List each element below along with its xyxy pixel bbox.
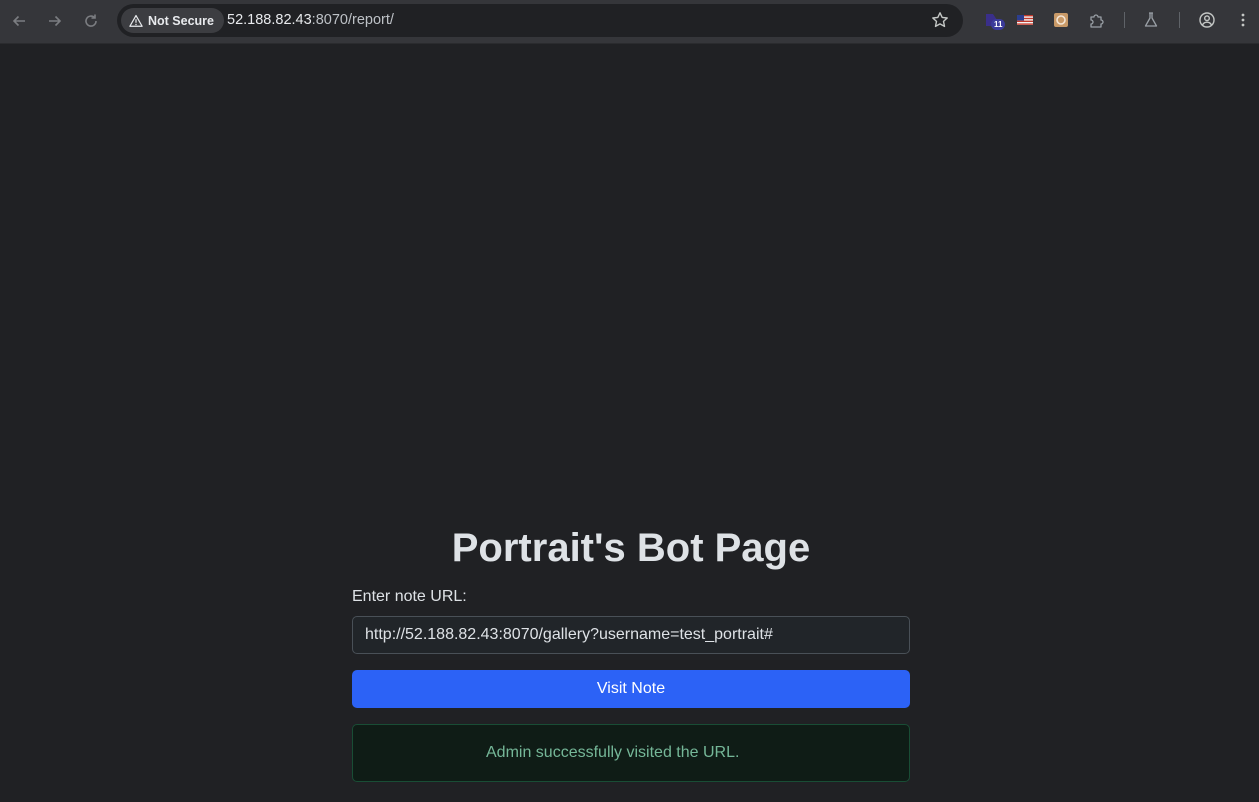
extensions-menu-button[interactable] bbox=[1088, 11, 1106, 29]
reload-button[interactable] bbox=[78, 9, 104, 33]
more-vertical-icon bbox=[1241, 13, 1245, 27]
labs-button[interactable] bbox=[1142, 11, 1160, 29]
toolbar-separator bbox=[1179, 12, 1180, 28]
extension-logo-icon bbox=[1054, 13, 1068, 27]
url-text[interactable]: 52.188.82.43:8070/report/ bbox=[227, 12, 394, 28]
extension-badge: 11 bbox=[991, 19, 1006, 30]
url-host: 52.188.82.43 bbox=[227, 12, 312, 28]
arrow-left-icon bbox=[12, 15, 25, 27]
profile-button[interactable] bbox=[1198, 11, 1216, 29]
arrow-right-icon bbox=[49, 15, 62, 27]
forward-button[interactable] bbox=[42, 9, 68, 33]
extension-button-2[interactable] bbox=[1016, 11, 1034, 29]
bookmark-star-icon[interactable] bbox=[931, 11, 949, 29]
toolbar-separator bbox=[1124, 12, 1125, 28]
security-chip[interactable]: Not Secure bbox=[121, 8, 224, 33]
address-bar[interactable]: Not Secure 52.188.82.43:8070/report/ bbox=[117, 4, 963, 37]
us-flag-icon bbox=[1017, 15, 1033, 25]
warning-icon bbox=[129, 14, 143, 27]
page-title: Portrait's Bot Page bbox=[451, 526, 811, 570]
flask-icon bbox=[1144, 12, 1158, 27]
extension-button-3[interactable] bbox=[1052, 11, 1070, 29]
puzzle-piece-icon bbox=[1090, 14, 1104, 28]
browser-toolbar: Not Secure 52.188.82.43:8070/report/ 11 bbox=[0, 0, 1259, 44]
browser-menu-button[interactable] bbox=[1234, 11, 1252, 29]
back-button[interactable] bbox=[6, 9, 32, 33]
note-url-input[interactable] bbox=[352, 616, 910, 654]
visit-note-button[interactable]: Visit Note bbox=[352, 670, 910, 708]
url-path: :8070/report/ bbox=[311, 12, 394, 28]
security-label: Not Secure bbox=[148, 13, 214, 28]
report-form-container: Portrait's Bot Page Enter note URL: Visi… bbox=[352, 520, 910, 782]
reload-icon bbox=[85, 14, 97, 27]
account-circle-icon bbox=[1199, 12, 1215, 28]
success-alert: Admin successfully visited the URL. bbox=[352, 724, 910, 782]
extension-button-1[interactable]: 11 bbox=[982, 11, 1006, 30]
note-url-label: Enter note URL: bbox=[352, 588, 467, 605]
